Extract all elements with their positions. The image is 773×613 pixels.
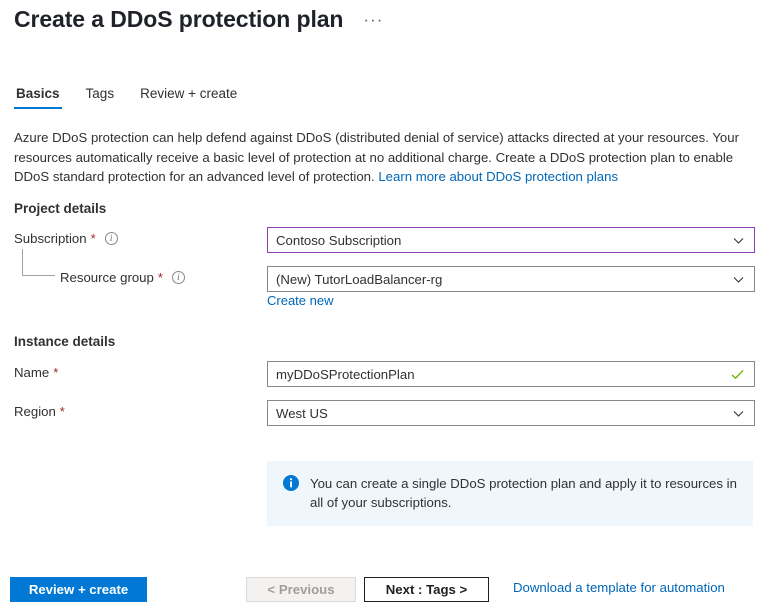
resource-group-dropdown[interactable]: (New) TutorLoadBalancer-rg [267, 266, 755, 292]
info-icon[interactable]: i [171, 271, 185, 284]
required-marker: * [157, 270, 163, 285]
download-template-link[interactable]: Download a template for automation [513, 580, 725, 595]
info-banner-text: You can create a single DDoS protection … [310, 476, 737, 510]
tab-basics[interactable]: Basics [14, 86, 62, 109]
region-dropdown[interactable]: West US [267, 400, 755, 426]
section-title-instance-details: Instance details [14, 334, 116, 349]
chevron-down-icon [733, 274, 744, 285]
name-value: myDDoSProtectionPlan [276, 366, 415, 382]
chevron-down-icon [733, 408, 744, 419]
label-region-text: Region [14, 404, 56, 419]
chevron-down-icon [733, 235, 744, 246]
label-subscription: Subscription * i [14, 231, 118, 246]
page-title: Create a DDoS protection plan [14, 6, 344, 32]
resource-group-value: (New) TutorLoadBalancer-rg [276, 271, 443, 287]
label-subscription-text: Subscription [14, 231, 87, 246]
label-name: Name * [14, 365, 58, 380]
info-circle-icon [283, 475, 299, 491]
required-marker: * [59, 404, 65, 419]
label-resource-group-text: Resource group [60, 270, 154, 285]
name-input[interactable]: myDDoSProtectionPlan [267, 361, 755, 387]
info-banner: You can create a single DDoS protection … [267, 461, 753, 526]
checkmark-valid-icon [731, 369, 744, 380]
page-header: Create a DDoS protection plan ··· [14, 6, 387, 33]
subscription-value: Contoso Subscription [276, 232, 402, 248]
more-options-icon[interactable]: ··· [359, 11, 387, 28]
description-text: Azure DDoS protection can help defend ag… [14, 130, 739, 184]
learn-more-link[interactable]: Learn more about DDoS protection plans [378, 169, 618, 184]
info-icon[interactable]: i [104, 232, 118, 245]
label-name-text: Name [14, 365, 50, 380]
label-resource-group: Resource group * i [60, 270, 185, 285]
section-title-project-details: Project details [14, 201, 107, 216]
required-marker: * [53, 365, 59, 380]
create-new-resource-group-link[interactable]: Create new [267, 293, 333, 308]
tab-review-create[interactable]: Review + create [138, 86, 239, 109]
next-tags-button[interactable]: Next : Tags > [364, 577, 489, 602]
tab-tags[interactable]: Tags [84, 86, 117, 109]
wizard-tabs: Basics Tags Review + create [14, 86, 239, 109]
region-value: West US [276, 405, 328, 421]
required-marker: * [90, 231, 96, 246]
footer-action-bar: Review + create < Previous Next : Tags >… [0, 566, 773, 613]
subscription-dropdown[interactable]: Contoso Subscription [267, 227, 755, 253]
label-region: Region * [14, 404, 65, 419]
page-description: Azure DDoS protection can help defend ag… [14, 128, 754, 187]
review-create-button[interactable]: Review + create [10, 577, 147, 602]
tree-connector-line [22, 249, 55, 276]
previous-button: < Previous [246, 577, 356, 602]
